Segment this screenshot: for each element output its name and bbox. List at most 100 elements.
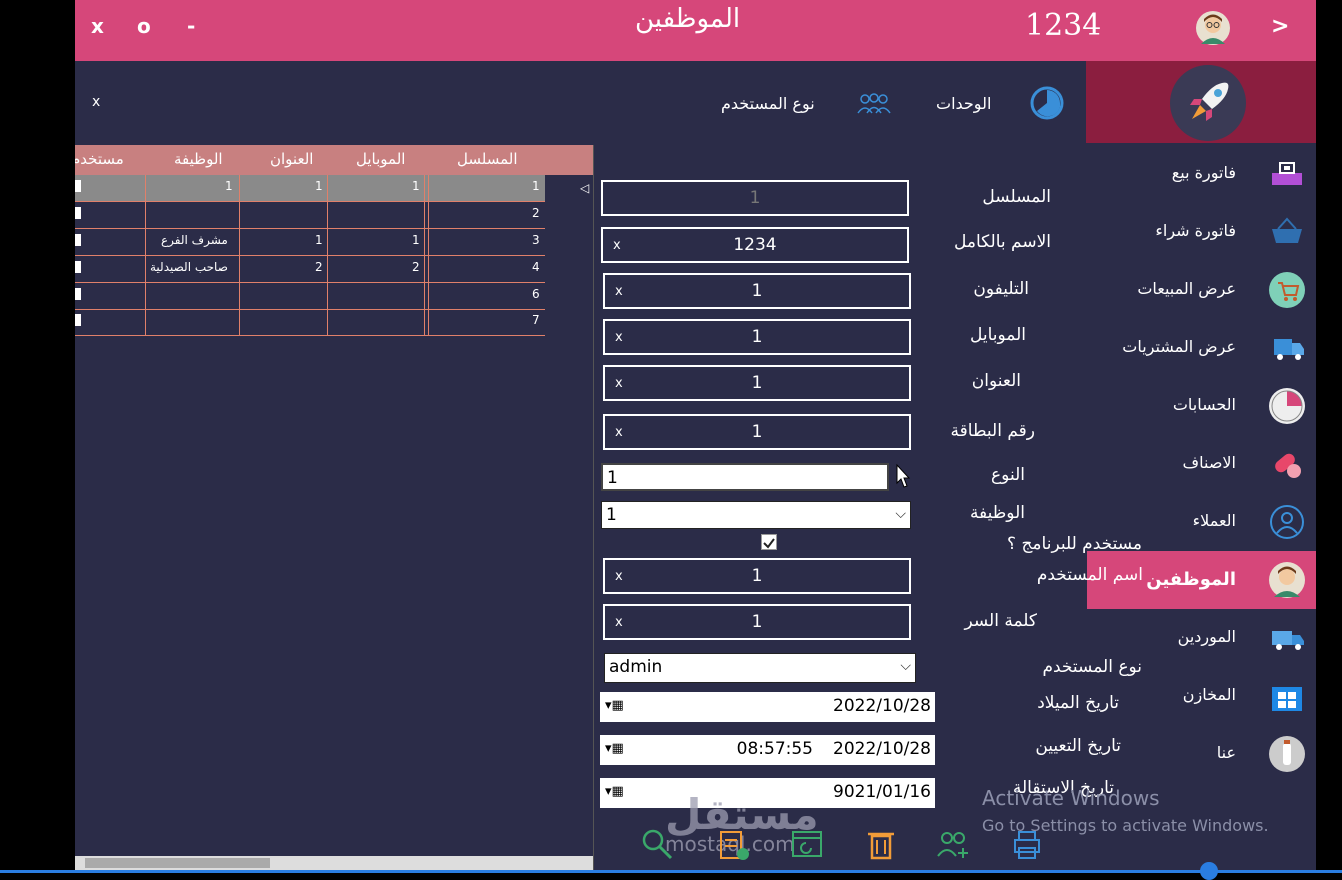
register-icon xyxy=(1272,162,1302,185)
pie-chart-icon[interactable] xyxy=(1029,85,1065,121)
sidebar-item-sales-invoice[interactable]: فاتورة بيع xyxy=(1086,145,1316,203)
type-combobox[interactable]: 1 xyxy=(601,463,889,491)
delivery-truck-icon xyxy=(1272,631,1304,650)
address-field[interactable]: x1 xyxy=(603,365,911,401)
cell-serial: 3 xyxy=(532,233,540,247)
search-icon[interactable] xyxy=(639,826,675,862)
mouse-cursor-icon xyxy=(896,463,911,488)
mobile-field[interactable]: x1 xyxy=(603,319,911,355)
column-header-is-user[interactable]: مستخدم xyxy=(75,150,124,168)
progress-line xyxy=(0,870,1342,873)
scrollbar-thumb[interactable] xyxy=(85,858,270,868)
sidebar-item-label: الحسابات xyxy=(1172,395,1236,414)
sidebar-toggle-button[interactable]: > xyxy=(1271,14,1289,39)
address-value: 1 xyxy=(751,373,763,393)
user-type-value: admin xyxy=(609,657,663,677)
password-field[interactable]: x1 xyxy=(603,604,911,640)
cell-serial: 1 xyxy=(532,179,540,193)
close-panel-button[interactable]: x xyxy=(92,94,100,110)
address-label: العنوان xyxy=(971,371,1021,391)
sidebar-item-items[interactable]: الاصناف xyxy=(1086,435,1316,493)
type-label: النوع xyxy=(991,465,1025,485)
user-type-combobox[interactable]: admin ⌵ xyxy=(604,653,916,683)
refresh-icon[interactable] xyxy=(789,826,825,862)
username-value: 1 xyxy=(751,566,763,586)
job-label: الوظيفة xyxy=(969,503,1025,523)
serial-field: 1 xyxy=(601,180,909,216)
serial-value: 1 xyxy=(749,188,761,208)
phone-field[interactable]: x1 xyxy=(603,273,911,309)
sidebar-item-accounts[interactable]: الحسابات xyxy=(1086,377,1316,435)
sidebar-item-sales-view[interactable]: عرض المبيعات xyxy=(1086,261,1316,319)
activate-windows-title: Activate Windows xyxy=(982,786,1160,810)
maximize-window-button[interactable]: o xyxy=(137,14,151,38)
tab-user-type[interactable]: نوع المستخدم xyxy=(721,94,815,113)
card-number-value: 1 xyxy=(751,422,763,442)
is-user-checkbox[interactable] xyxy=(761,534,777,550)
card-number-label: رقم البطاقة xyxy=(950,421,1035,441)
cell-address: 2 xyxy=(315,260,323,274)
birth-date-picker[interactable]: ▾▦ 2022/10/28 xyxy=(600,692,935,722)
sidebar-item-label: عرض المبيعات xyxy=(1137,279,1236,298)
tab-units[interactable]: الوحدات xyxy=(936,94,991,113)
column-header-job[interactable]: الوظيفة xyxy=(174,150,223,168)
users-group-icon[interactable] xyxy=(856,91,892,115)
is-user-label: مستخدم للبرنامج ؟ xyxy=(1007,534,1142,554)
password-value: 1 xyxy=(751,612,763,632)
user-avatar-icon[interactable] xyxy=(1195,10,1231,46)
sidebar-item-purchase-invoice[interactable]: فاتورة شراء xyxy=(1086,203,1316,261)
column-header-address[interactable]: العنوان xyxy=(270,150,313,168)
cell-serial: 6 xyxy=(532,287,540,301)
add-users-icon[interactable] xyxy=(935,826,971,862)
row-selector-icon: ◁ xyxy=(580,181,590,195)
full-name-field[interactable]: x 1234 xyxy=(601,227,909,263)
bottle-icon xyxy=(1269,736,1305,772)
sidebar-item-purchases-view[interactable]: عرض المشتريات xyxy=(1086,319,1316,377)
rocket-logo-icon xyxy=(1170,65,1246,141)
birth-date-value: 2022/10/28 xyxy=(833,696,931,716)
resign-date-value: 9021/01/16 xyxy=(833,782,931,802)
windows-store-icon xyxy=(1272,687,1302,711)
calendar-dropdown-icon[interactable]: ▾▦ xyxy=(605,698,624,713)
new-document-icon[interactable] xyxy=(715,826,751,862)
grid-divider xyxy=(327,175,328,335)
horizontal-scrollbar[interactable] xyxy=(75,856,593,870)
cell-mobile: 1 xyxy=(412,233,420,247)
mobile-label: الموبايل xyxy=(969,325,1026,345)
truck-icon xyxy=(1274,339,1304,360)
row-user-checkbox[interactable] xyxy=(75,261,81,273)
slider-handle[interactable] xyxy=(1200,862,1218,880)
activate-windows-subtitle: Go to Settings to activate Windows. xyxy=(982,816,1269,835)
cell-job: 1 xyxy=(225,179,233,193)
row-user-checkbox[interactable] xyxy=(75,234,81,246)
row-user-checkbox[interactable] xyxy=(75,314,81,326)
column-header-mobile[interactable]: الموبايل xyxy=(356,150,405,168)
sidebar-item-label: الموظفين xyxy=(1146,569,1236,590)
card-number-field[interactable]: x1 xyxy=(603,414,911,450)
cell-address: 1 xyxy=(315,179,323,193)
close-window-button[interactable]: x xyxy=(91,14,104,38)
calendar-dropdown-icon[interactable]: ▾▦ xyxy=(605,741,624,756)
row-user-checkbox[interactable] xyxy=(75,180,81,192)
employee-form: المسلسل 1 الاسم بالكامل x 1234 التليفون x… xyxy=(593,145,1143,870)
row-user-checkbox[interactable] xyxy=(75,207,81,219)
full-name-label: الاسم بالكامل xyxy=(953,232,1051,252)
trash-icon[interactable] xyxy=(863,826,899,862)
serial-label: المسلسل xyxy=(982,187,1051,207)
job-combobox[interactable]: 1 ⌵ xyxy=(601,501,911,529)
hire-time-value: 08:57:55 xyxy=(736,739,813,759)
employee-avatar-icon xyxy=(1269,562,1305,598)
minimize-window-button[interactable]: - xyxy=(187,14,195,38)
column-header-serial[interactable]: المسلسل xyxy=(457,150,518,168)
row-user-checkbox[interactable] xyxy=(75,288,81,300)
sidebar-item-label: فاتورة شراء xyxy=(1155,221,1236,240)
hire-date-picker[interactable]: ▾▦ 2022/10/28 08:57:55 xyxy=(600,735,935,765)
cart-icon xyxy=(1269,272,1305,308)
logo-panel xyxy=(1086,61,1316,143)
calendar-dropdown-icon[interactable]: ▾▦ xyxy=(605,784,624,799)
sidebar-item-label: عنا xyxy=(1216,743,1236,762)
username-field[interactable]: x1 xyxy=(603,558,911,594)
app-window: x o - الموظفين 1234 > فاتورة بيع فاتورة … xyxy=(75,0,1316,870)
mobile-value: 1 xyxy=(751,327,763,347)
cell-mobile: 1 xyxy=(412,179,420,193)
